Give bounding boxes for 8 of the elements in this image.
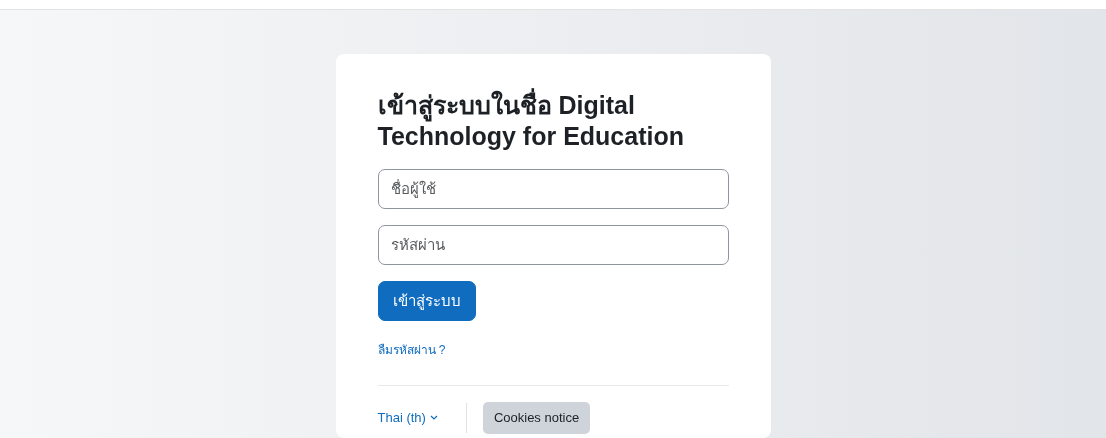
login-title: เข้าสู่ระบบในชื่อ Digital Technology for Education <box>377 90 729 153</box>
forgot-password-link[interactable]: ลืมรหัสผ่าน ? <box>377 343 446 357</box>
language-menu[interactable]: Thai (th) <box>377 408 450 428</box>
caret-icon <box>429 415 438 421</box>
login-button[interactable]: เข้าสู่ระบบ <box>377 280 476 321</box>
username-field[interactable]: ชื่อผู้ใช้ <box>377 168 729 209</box>
cookies-notice-button[interactable]: Cookies notice <box>482 402 591 434</box>
password-field[interactable]: รหัสผ่าน <box>377 224 729 265</box>
